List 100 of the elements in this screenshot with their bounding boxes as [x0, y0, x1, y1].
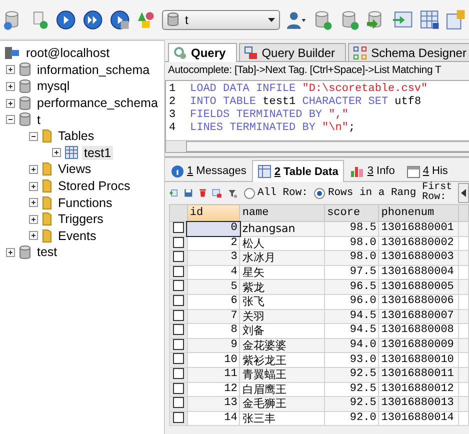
execute-all-icon[interactable]	[82, 8, 104, 30]
tree-item[interactable]: Triggers	[56, 212, 106, 226]
code-line: FIELDS TERMINATED BY ","	[190, 109, 348, 122]
tree-item[interactable]: test1	[82, 146, 114, 160]
tree-item[interactable]: Functions	[56, 196, 114, 210]
code-line: INTO TABLE test1 CHARACTER SET utf8	[190, 96, 422, 109]
row-checkbox[interactable]	[172, 222, 184, 234]
result-tab[interactable]: 1 Messages	[165, 160, 252, 181]
database-icon	[19, 244, 31, 260]
table-cell: 13016880007	[381, 310, 454, 322]
folder-icon	[42, 228, 52, 243]
table-cell: 张飞	[242, 295, 264, 308]
table-cell: 13016880013	[381, 398, 454, 410]
row-checkbox[interactable]	[172, 398, 184, 408]
database-icon	[19, 62, 31, 78]
editor-tab[interactable]: Query Builder	[238, 43, 346, 61]
chart-icon	[350, 164, 364, 178]
table-cell: 9	[230, 339, 238, 352]
editor-tab[interactable]: Schema Designer	[348, 43, 469, 61]
expand-toggle[interactable]	[29, 182, 38, 191]
expand-toggle[interactable]	[6, 65, 15, 74]
line-number: 1	[168, 83, 177, 96]
expand-toggle[interactable]	[29, 164, 38, 174]
expand-toggle[interactable]	[6, 82, 15, 91]
expand-toggle[interactable]	[52, 148, 61, 158]
row-checkbox[interactable]	[172, 339, 184, 350]
table-cell: 13016880005	[381, 280, 454, 293]
row-checkbox[interactable]	[172, 280, 184, 292]
tree-item[interactable]: performance_schema	[35, 96, 160, 110]
table-cell: 紫龙	[242, 280, 264, 294]
tree-item[interactable]: root@localhost	[24, 46, 112, 60]
row-checkbox[interactable]	[172, 266, 184, 277]
table-cell: 13016880012	[381, 383, 454, 395]
table-calc-icon[interactable]	[418, 8, 440, 30]
table-cell: 94.0	[350, 339, 376, 352]
tree-item[interactable]: test	[35, 245, 60, 260]
table-key-icon[interactable]	[445, 8, 468, 30]
table-cell: 94.5	[350, 324, 376, 336]
tree-item[interactable]: Stored Procs	[56, 179, 132, 194]
code-line: LOAD DATA INFILE "D:\scoretable.csv"	[190, 83, 428, 96]
tree-item[interactable]: Events	[56, 228, 98, 243]
sql-editor[interactable]: 1 LOAD DATA INFILE "D:\scoretable.csv" 2 INTO TABLE test1 CHARACTER SET utf8 3 FIELDS TERMINATED BY "," 4 LINES TERMINATED BY "\n";	[165, 80, 469, 153]
table-cell: 0	[230, 222, 238, 234]
table-cell: 3	[230, 252, 238, 264]
tree-item[interactable]: Tables	[56, 129, 96, 144]
scrollbar-thumb[interactable]	[186, 141, 469, 152]
table-cell: 10	[224, 354, 238, 366]
table-cell: 13016880014	[381, 412, 454, 424]
radio-label: Rows in a Rang	[328, 187, 416, 199]
editor-tab[interactable]: Query	[168, 43, 237, 62]
tree-item[interactable]: t	[35, 112, 42, 127]
collapse-toggle[interactable]	[6, 115, 15, 124]
row-checkbox[interactable]	[172, 237, 184, 248]
play-icon[interactable]	[55, 8, 78, 30]
expand-toggle[interactable]	[6, 248, 15, 257]
table-cell: 13016880006	[381, 295, 454, 308]
table-cell: 张三丰	[242, 412, 276, 425]
column-header[interactable]: name	[240, 204, 325, 222]
delete-icon[interactable]	[198, 186, 206, 200]
table-cell: 7	[230, 310, 238, 322]
table-import-icon[interactable]	[392, 8, 414, 30]
line-number: 3	[168, 109, 177, 122]
column-header[interactable]: score	[324, 204, 379, 222]
collapse-toggle[interactable]	[29, 132, 38, 141]
radio-button[interactable]	[244, 188, 255, 198]
row-checkbox[interactable]	[172, 354, 184, 364]
save-icon[interactable]	[184, 186, 193, 200]
column-header[interactable]: id	[187, 204, 240, 222]
row-checkbox[interactable]	[172, 295, 184, 306]
table-cell: 13016880008	[381, 324, 454, 336]
previous-button[interactable]	[458, 183, 469, 203]
tree-item[interactable]: information_schema	[35, 62, 152, 77]
table-cell: 96.0	[350, 295, 376, 308]
radio-button[interactable]	[314, 188, 325, 198]
table-cell: 6	[230, 295, 238, 308]
row-checkbox[interactable]	[172, 383, 184, 394]
result-tab[interactable]: 3 Info	[344, 160, 401, 181]
row-checkbox[interactable]	[172, 368, 184, 380]
table-cell: 2	[230, 237, 238, 249]
table-cell: 5	[230, 280, 238, 293]
server-icon	[4, 46, 20, 60]
expand-toggle[interactable]	[29, 198, 38, 208]
query-icon	[173, 46, 187, 60]
table-cell: 13016880011	[381, 368, 454, 380]
table-cell: 11	[224, 368, 238, 380]
tree-item[interactable]: mysql	[35, 79, 72, 94]
row-checkbox[interactable]	[172, 310, 184, 321]
table-cell: 13	[224, 398, 238, 410]
row-checkbox[interactable]	[172, 252, 184, 262]
row-checkbox[interactable]	[172, 324, 184, 336]
database-dropdown[interactable]: t	[162, 10, 280, 30]
expand-toggle[interactable]	[29, 231, 38, 240]
left-arrow-icon	[461, 189, 466, 197]
column-header[interactable]: phonenum	[378, 204, 459, 222]
row-checkbox[interactable]	[172, 412, 184, 423]
tree-item[interactable]: Views	[56, 162, 94, 176]
expand-toggle[interactable]	[29, 214, 38, 224]
expand-toggle[interactable]	[6, 98, 15, 108]
result-tab[interactable]: 2 Table Data	[252, 160, 344, 182]
result-tab[interactable]: 4 His	[400, 160, 454, 181]
